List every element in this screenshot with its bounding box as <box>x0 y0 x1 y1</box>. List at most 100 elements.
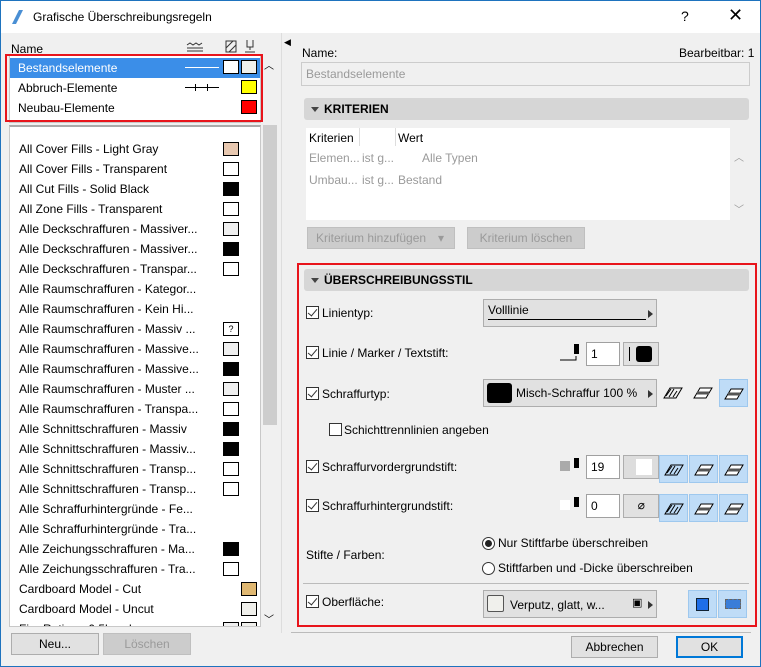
surface-checkbox[interactable] <box>306 595 319 608</box>
fill-cut-button[interactable] <box>659 379 688 407</box>
splitter[interactable] <box>281 33 282 633</box>
list-item[interactable]: Alle Schnittschraffuren - Transp... <box>11 459 260 479</box>
list-item-name: Alle Schraffurhintergründe - Tra... <box>19 522 197 536</box>
fill-drafting-button[interactable] <box>719 494 748 522</box>
list-item[interactable]: Alle Schnittschraffuren - Massiv... <box>11 439 260 459</box>
add-criterion-label: Kriterium hinzufügen <box>316 231 427 245</box>
new-button[interactable]: Neu... <box>11 633 99 655</box>
fill-cover-button[interactable] <box>689 494 718 522</box>
scroll-down-icon[interactable]: ﹀ <box>264 611 274 626</box>
surface-keep-button[interactable] <box>718 590 747 618</box>
criteria-scroll-down-icon[interactable]: ﹀ <box>734 201 744 216</box>
list-item[interactable]: Alle Schnittschraffuren - Massiv <box>11 419 260 439</box>
fill-drafting-button[interactable] <box>719 455 748 483</box>
line-pen-color-button[interactable] <box>623 342 659 366</box>
list-item[interactable]: Alle Raumschraffuren - Kein Hi... <box>11 299 260 319</box>
list-item[interactable]: Alle Raumschraffuren - Transpa... <box>11 399 260 419</box>
help-button[interactable]: ? <box>681 8 689 24</box>
bg-pen-checkbox[interactable] <box>306 499 319 512</box>
list-item[interactable]: Fire Rating - 0.5h or less <box>11 619 260 626</box>
override-style-header[interactable]: ÜBERSCHREIBUNGSSTIL <box>304 269 749 291</box>
criteria-row-2-name[interactable]: Umbau... <box>309 173 358 187</box>
criteria-row-2-value[interactable]: Bestand <box>398 173 442 187</box>
list-item-name: Alle Schnittschraffuren - Transp... <box>19 462 197 476</box>
surface-swatch <box>241 602 257 616</box>
list-item[interactable]: Alle Zeichungsschraffuren - Tra... <box>11 559 260 579</box>
criteria-col-header: Kriterien <box>309 131 354 145</box>
criteria-row-1-name[interactable]: Elemen... <box>309 151 360 165</box>
list-item[interactable]: All Cover Fills - Transparent <box>11 159 260 179</box>
list-item[interactable]: All Cut Fills - Solid Black <box>11 179 260 199</box>
collapse-left-icon[interactable]: ◀ <box>284 37 291 48</box>
pen-icon <box>560 344 579 361</box>
fg-pen-color-button[interactable] <box>623 455 659 479</box>
fill-drafting-icon <box>724 464 744 476</box>
rule-list: All Cover Fills - Light Gray All Cover Fi… <box>9 125 261 627</box>
list-scrollbar[interactable] <box>263 55 277 635</box>
filltype-checkbox[interactable] <box>306 387 319 400</box>
scrollbar-thumb[interactable] <box>263 125 277 425</box>
delete-button[interactable]: Löschen <box>103 633 191 655</box>
linetype-dropdown[interactable]: Volllinie <box>483 299 657 327</box>
fill-cut-button[interactable] <box>659 494 688 522</box>
close-button[interactable]: ✕ <box>728 5 743 26</box>
list-item-name: All Zone Fills - Transparent <box>19 202 163 216</box>
list-item[interactable]: Alle Deckschraffuren - Transpar... <box>11 259 260 279</box>
pen-color-weight-radio[interactable] <box>482 562 495 575</box>
list-item[interactable]: All Zone Fills - Transparent <box>11 199 260 219</box>
scroll-up-icon[interactable]: ︿ <box>264 57 274 72</box>
surface-dropdown[interactable]: Verputz, glatt, w... ▣ <box>483 590 657 618</box>
fill-drafting-icon <box>724 388 744 400</box>
list-item[interactable]: Cardboard Model - Cut <box>11 579 260 599</box>
fill-cut-button[interactable] <box>659 455 688 483</box>
catalog-icon: ▣ <box>632 597 643 609</box>
fill-swatch <box>223 542 239 556</box>
line-pen-input[interactable]: 1 <box>586 342 620 366</box>
list-item[interactable]: Alle Raumschraffuren - Muster ... <box>11 379 260 399</box>
bg-pen-input[interactable]: 0 <box>586 494 620 518</box>
pen-color-weight-label: Stiftfarben und -Dicke überschreiben <box>498 561 693 575</box>
fill-cover-button[interactable] <box>689 379 718 407</box>
divider <box>303 583 749 584</box>
criteria-section-header[interactable]: KRITERIEN <box>304 98 749 120</box>
add-criterion-button[interactable]: Kriterium hinzufügen ▾ <box>307 227 455 249</box>
list-item[interactable]: Alle Schnittschraffuren - Transp... <box>11 479 260 499</box>
list-item[interactable]: Alle Raumschraffuren - Massiv ...? <box>11 319 260 339</box>
criteria-row-1-value[interactable]: Alle Typen <box>422 151 478 165</box>
filltype-label: Schraffurtyp: <box>322 387 390 401</box>
list-item[interactable]: Alle Raumschraffuren - Massive... <box>11 359 260 379</box>
layer-lines-checkbox[interactable] <box>329 423 342 436</box>
list-item-name: Alle Raumschraffuren - Kategor... <box>19 282 197 296</box>
criteria-row-2-op[interactable]: ist g... <box>362 173 394 187</box>
fg-pen-input[interactable]: 19 <box>586 455 620 479</box>
list-item[interactable]: Alle Zeichungsschraffuren - Ma... <box>11 539 260 559</box>
linetype-checkbox[interactable] <box>306 306 319 319</box>
pen-color-only-radio[interactable] <box>482 537 495 550</box>
cancel-button[interactable]: Abbrechen <box>571 636 658 658</box>
criteria-scroll-up-icon[interactable]: ︿ <box>734 149 744 164</box>
list-item[interactable]: Alle Raumschraffuren - Kategor... <box>11 279 260 299</box>
fg-pen-checkbox[interactable] <box>306 460 319 473</box>
delete-criterion-button[interactable]: Kriterium löschen <box>467 227 585 249</box>
list-item[interactable]: Alle Deckschraffuren - Massiver... <box>11 239 260 259</box>
dropdown-arrow-icon[interactable]: ▾ <box>438 228 444 248</box>
ok-button[interactable]: OK <box>676 636 743 658</box>
line-pen-checkbox[interactable] <box>306 346 319 359</box>
surface-override-button[interactable] <box>688 590 717 618</box>
fill-cover-icon <box>694 464 714 476</box>
fill-swatch <box>223 262 239 276</box>
bg-pen-transparent-button[interactable]: ⌀ <box>623 494 659 518</box>
surface-swatch <box>241 622 257 626</box>
filltype-dropdown[interactable]: Misch-Schraffur 100 % <box>483 379 657 407</box>
list-item[interactable]: All Cover Fills - Light Gray <box>11 139 260 159</box>
fill-drafting-button[interactable] <box>719 379 748 407</box>
list-item[interactable]: Cardboard Model - Uncut <box>11 599 260 619</box>
window-title: Grafische Überschreibungsregeln <box>33 10 212 24</box>
criteria-row-1-op[interactable]: ist g... <box>362 151 394 165</box>
list-item[interactable]: Alle Schraffurhintergründe - Fe... <box>11 499 260 519</box>
list-item[interactable]: Alle Deckschraffuren - Massiver... <box>11 219 260 239</box>
list-item[interactable]: Alle Schraffurhintergründe - Tra... <box>11 519 260 539</box>
list-item[interactable]: Alle Raumschraffuren - Massive... <box>11 339 260 359</box>
fill-cover-button[interactable] <box>689 455 718 483</box>
name-input[interactable]: Bestandselemente <box>301 62 750 86</box>
